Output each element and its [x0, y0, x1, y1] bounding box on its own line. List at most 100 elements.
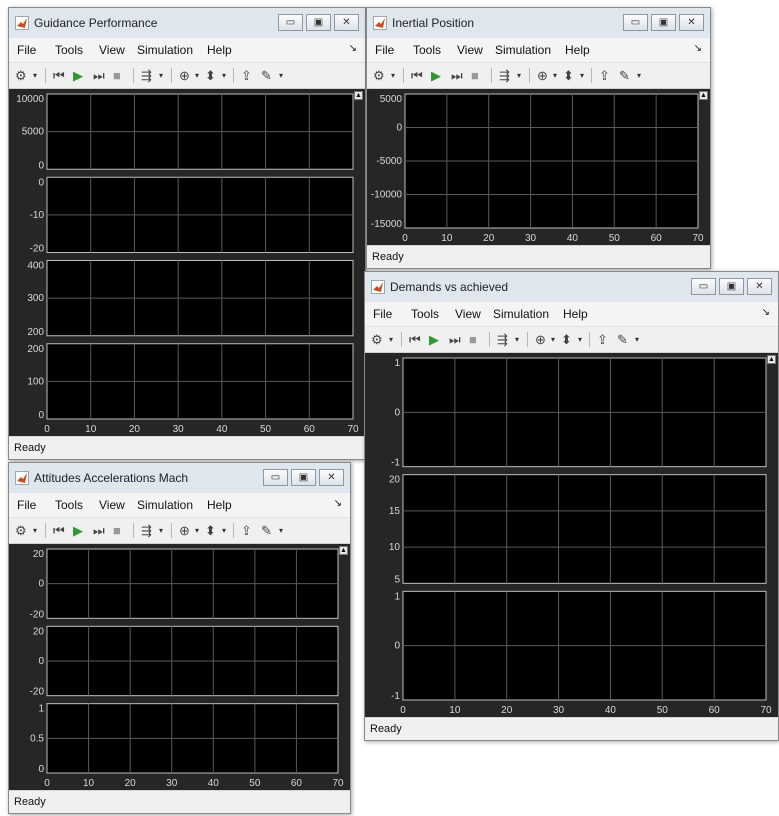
chevron-down-icon[interactable]: ▾ [159, 67, 163, 84]
menu-simulation[interactable]: Simulation [493, 307, 549, 321]
style-icon[interactable]: ✎ [619, 67, 630, 84]
menu-simulation[interactable]: Simulation [137, 498, 193, 512]
step-back-icon[interactable]: ⏮ [411, 67, 423, 84]
chevron-down-icon[interactable]: ▾ [33, 522, 37, 539]
chevron-down-icon[interactable]: ▾ [389, 331, 393, 348]
chevron-down-icon[interactable]: ▾ [580, 67, 584, 84]
highlight-icon[interactable]: ⇶ [497, 331, 508, 348]
settings-icon[interactable]: ⚙ [15, 522, 27, 539]
minimize-button[interactable]: ▭ [263, 469, 288, 486]
run-icon[interactable]: ▶ [73, 522, 83, 539]
run-icon[interactable]: ▶ [73, 67, 83, 84]
menu-view[interactable]: View [457, 43, 483, 57]
chevron-down-icon[interactable]: ▾ [391, 67, 395, 84]
scope-display[interactable]: 5000 0 -5000 -10000 -15000 0 10 20 30 40 50 60 70 ▲ [367, 89, 710, 246]
chevron-down-icon[interactable]: ▾ [635, 331, 639, 348]
menu-view[interactable]: View [99, 498, 125, 512]
menu-overflow-icon[interactable]: ↘ [762, 307, 770, 318]
expand-icon[interactable]: ▲ [354, 91, 363, 100]
expand-icon[interactable]: ▲ [339, 546, 348, 555]
menu-help[interactable]: Help [207, 498, 232, 512]
chevron-down-icon[interactable]: ▾ [33, 67, 37, 84]
step-back-icon[interactable]: ⏮ [53, 67, 65, 84]
chevron-down-icon[interactable]: ▾ [195, 522, 199, 539]
axes-box[interactable] [402, 474, 767, 584]
stop-icon[interactable]: ■ [113, 522, 121, 539]
step-forward-icon[interactable]: ⏭ [93, 522, 105, 539]
window-attitudes-accelerations-mach[interactable]: Attitudes Accelerations Mach ▭ ▣ ✕ File To… [8, 462, 351, 814]
menu-tools[interactable]: Tools [413, 43, 441, 57]
menu-tools[interactable]: Tools [55, 498, 83, 512]
run-icon[interactable]: ▶ [429, 331, 439, 348]
zoom-icon[interactable]: ⊕ [179, 522, 190, 539]
stop-icon[interactable]: ■ [469, 331, 477, 348]
menu-file[interactable]: File [17, 43, 36, 57]
expand-icon[interactable]: ▲ [767, 355, 776, 364]
chevron-down-icon[interactable]: ▾ [159, 522, 163, 539]
signal-select-icon[interactable]: ⇪ [241, 67, 252, 84]
menu-overflow-icon[interactable]: ↘ [694, 43, 702, 54]
title-bar[interactable]: Demands vs achieved ▭ ▣ ✕ [365, 272, 778, 303]
close-button[interactable]: ✕ [747, 278, 772, 295]
settings-icon[interactable]: ⚙ [15, 67, 27, 84]
zoom-icon[interactable]: ⊕ [179, 67, 190, 84]
style-icon[interactable]: ✎ [261, 522, 272, 539]
chevron-down-icon[interactable]: ▾ [553, 67, 557, 84]
menu-file[interactable]: File [373, 307, 392, 321]
chevron-down-icon[interactable]: ▾ [279, 522, 283, 539]
menu-file[interactable]: File [17, 498, 36, 512]
signal-select-icon[interactable]: ⇪ [599, 67, 610, 84]
settings-icon[interactable]: ⚙ [373, 67, 385, 84]
zoom-icon[interactable]: ⊕ [537, 67, 548, 84]
menu-simulation[interactable]: Simulation [495, 43, 551, 57]
scale-axes-icon[interactable]: ⬍ [561, 331, 572, 348]
maximize-button[interactable]: ▣ [306, 14, 331, 31]
step-forward-icon[interactable]: ⏭ [449, 331, 461, 348]
chevron-down-icon[interactable]: ▾ [515, 331, 519, 348]
chevron-down-icon[interactable]: ▾ [517, 67, 521, 84]
maximize-button[interactable]: ▣ [291, 469, 316, 486]
chevron-down-icon[interactable]: ▾ [637, 67, 641, 84]
stop-icon[interactable]: ■ [113, 67, 121, 84]
highlight-icon[interactable]: ⇶ [141, 67, 152, 84]
window-demands-vs-achieved[interactable]: Demands vs achieved ▭ ▣ ✕ File Tools View … [364, 271, 779, 741]
close-button[interactable]: ✕ [679, 14, 704, 31]
title-bar[interactable]: Guidance Performance ▭ ▣ ✕ [9, 8, 365, 39]
minimize-button[interactable]: ▭ [691, 278, 716, 295]
chevron-down-icon[interactable]: ▾ [195, 67, 199, 84]
stop-icon[interactable]: ■ [471, 67, 479, 84]
menu-tools[interactable]: Tools [55, 43, 83, 57]
chevron-down-icon[interactable]: ▾ [578, 331, 582, 348]
signal-select-icon[interactable]: ⇪ [241, 522, 252, 539]
chevron-down-icon[interactable]: ▾ [279, 67, 283, 84]
close-button[interactable]: ✕ [319, 469, 344, 486]
scope-display[interactable]: 20 0 -20 20 0 -20 1 0.5 0 0 10 20 30 40 50 60 70 ▲ [9, 544, 350, 791]
step-back-icon[interactable]: ⏮ [409, 331, 421, 348]
step-forward-icon[interactable]: ⏭ [451, 67, 463, 84]
menu-overflow-icon[interactable]: ↘ [334, 498, 342, 509]
maximize-button[interactable]: ▣ [719, 278, 744, 295]
menu-help[interactable]: Help [207, 43, 232, 57]
menu-tools[interactable]: Tools [411, 307, 439, 321]
scale-axes-icon[interactable]: ⬍ [205, 67, 216, 84]
close-button[interactable]: ✕ [334, 14, 359, 31]
scope-display[interactable]: 10000 5000 0 0 -10 -20 400 300 200 200 100 0 0 10 20 30… [9, 89, 365, 437]
window-inertial-position[interactable]: Inertial Position ▭ ▣ ✕ File Tools View Si… [366, 7, 711, 269]
minimize-button[interactable]: ▭ [278, 14, 303, 31]
chevron-down-icon[interactable]: ▾ [222, 67, 226, 84]
menu-help[interactable]: Help [563, 307, 588, 321]
menu-simulation[interactable]: Simulation [137, 43, 193, 57]
chevron-down-icon[interactable]: ▾ [551, 331, 555, 348]
scope-display[interactable]: 1 0 -1 20 15 10 5 1 0 -1 0 10 20 30 40 50 60 70 ▲ [365, 353, 778, 718]
menu-view[interactable]: View [99, 43, 125, 57]
settings-icon[interactable]: ⚙ [371, 331, 383, 348]
style-icon[interactable]: ✎ [617, 331, 628, 348]
minimize-button[interactable]: ▭ [623, 14, 648, 31]
run-icon[interactable]: ▶ [431, 67, 441, 84]
step-forward-icon[interactable]: ⏭ [93, 67, 105, 84]
expand-icon[interactable]: ▲ [699, 91, 708, 100]
menu-overflow-icon[interactable]: ↘ [349, 43, 357, 54]
menu-file[interactable]: File [375, 43, 394, 57]
scale-axes-icon[interactable]: ⬍ [563, 67, 574, 84]
chevron-down-icon[interactable]: ▾ [222, 522, 226, 539]
